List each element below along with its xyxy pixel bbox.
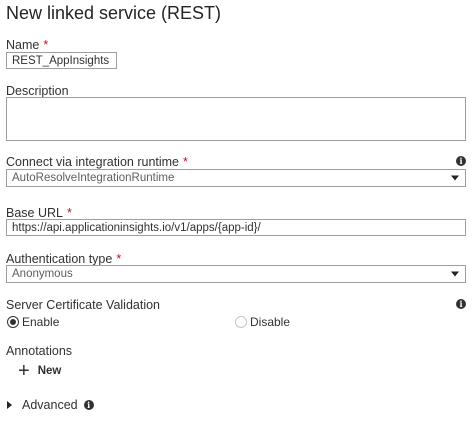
runtime-select-value: AutoResolveIntegrationRuntime	[12, 172, 175, 184]
new-annotation-label: New	[37, 365, 62, 377]
required-marker: *	[43, 38, 49, 52]
enable-radio-label[interactable]: Enable	[22, 315, 59, 329]
base-url-field[interactable]: https://api.applicationinsights.io/v1/ap…	[6, 219, 466, 236]
info-icon[interactable]: i	[456, 299, 466, 309]
info-icon[interactable]: i	[83, 400, 94, 410]
info-icon[interactable]: i	[456, 156, 466, 166]
chevron-down-icon	[451, 175, 459, 181]
advanced-label: Advanced	[22, 398, 78, 412]
chevron-right-icon	[7, 401, 12, 409]
description-field[interactable]	[6, 97, 466, 141]
cert-validation-label: Server Certificate Validation	[6, 298, 161, 312]
name-field-value: REST_AppInsights	[12, 54, 110, 67]
base-url-label-text: Base URL	[6, 206, 63, 220]
name-field[interactable]: REST_AppInsights	[6, 52, 117, 69]
advanced-toggle[interactable]: Advanced i	[7, 398, 94, 412]
base-url-field-value: https://api.applicationinsights.io/v1/ap…	[12, 221, 261, 234]
runtime-label: Connect via integration runtime *	[6, 155, 188, 169]
chevron-down-icon	[451, 271, 459, 277]
base-url-label: Base URL *	[6, 206, 72, 220]
disable-radio-label[interactable]: Disable	[250, 315, 290, 329]
auth-type-select-value: Anonymous	[12, 268, 73, 280]
annotations-label: Annotations	[6, 344, 73, 358]
name-label: Name *	[6, 38, 48, 52]
auth-type-label: Authentication type *	[6, 252, 121, 266]
auth-type-label-text: Authentication type	[6, 252, 113, 266]
plus-icon: +	[18, 360, 30, 382]
required-marker: *	[116, 252, 122, 266]
description-label: Description	[6, 84, 69, 98]
enable-radio[interactable]	[7, 316, 19, 328]
auth-type-select[interactable]: Anonymous	[6, 265, 466, 283]
required-marker: *	[66, 206, 72, 220]
page-title: New linked service (REST)	[6, 3, 222, 23]
runtime-label-text: Connect via integration runtime	[6, 155, 180, 169]
name-label-text: Name	[6, 38, 40, 52]
disable-radio[interactable]	[235, 316, 247, 328]
runtime-select[interactable]: AutoResolveIntegrationRuntime	[6, 169, 466, 187]
new-annotation-button[interactable]: + New	[18, 361, 61, 381]
required-marker: *	[183, 155, 188, 169]
